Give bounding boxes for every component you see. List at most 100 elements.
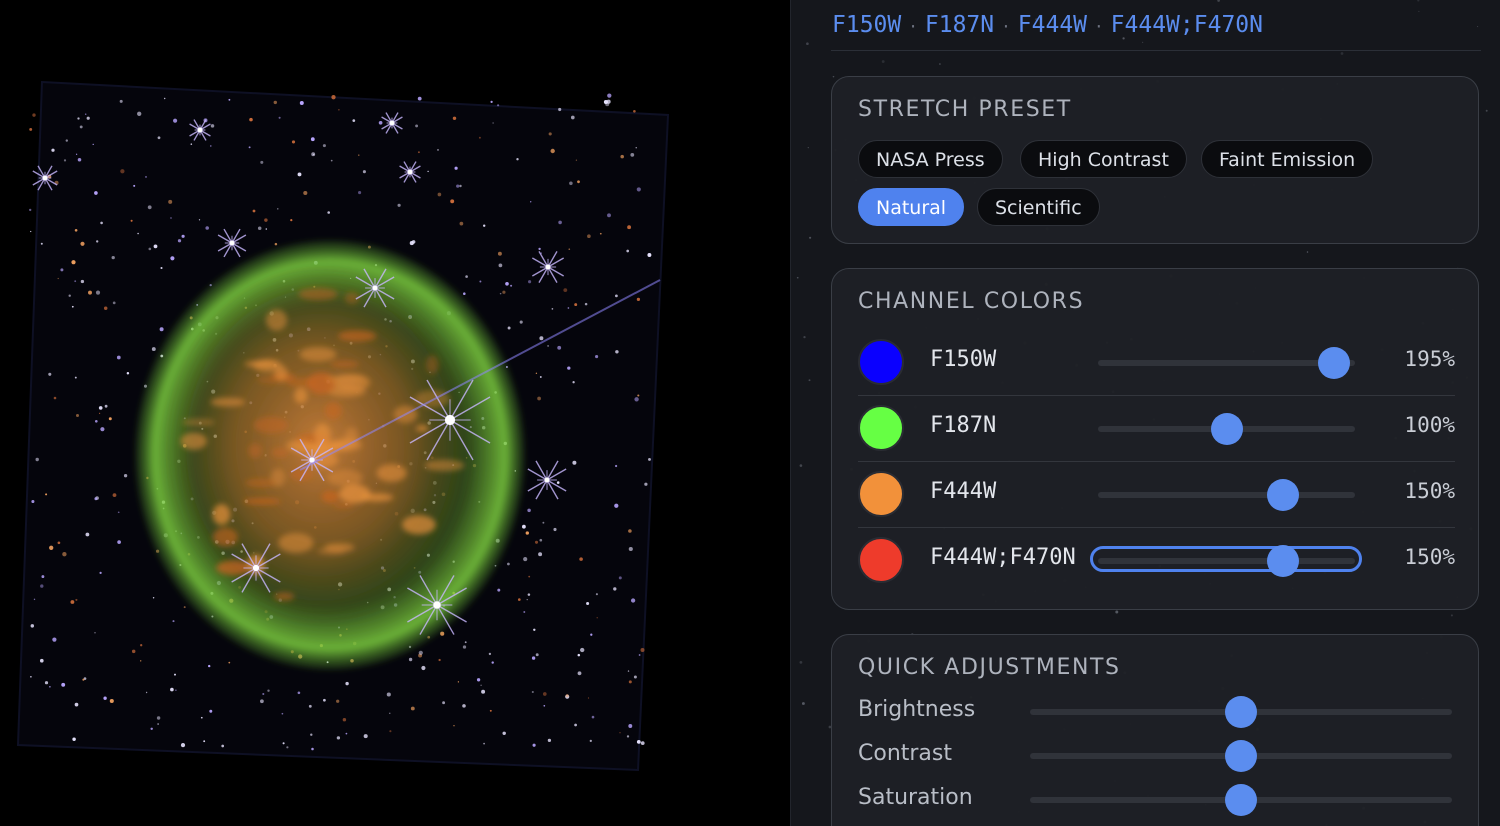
star <box>595 355 599 359</box>
star <box>526 598 528 601</box>
star <box>577 180 580 184</box>
star <box>557 345 562 350</box>
channel-color-swatch[interactable] <box>858 405 904 451</box>
star <box>147 205 152 210</box>
star <box>389 712 391 714</box>
star <box>358 191 362 195</box>
star <box>565 694 569 698</box>
star <box>98 406 103 410</box>
star <box>587 234 591 239</box>
channel-slider[interactable] <box>1098 479 1355 511</box>
star <box>63 159 67 162</box>
slider-thumb[interactable] <box>1318 347 1351 379</box>
filter-label[interactable]: F187N <box>925 12 994 38</box>
channel-row: F444W;F470N 150% <box>858 527 1455 593</box>
star <box>265 228 268 230</box>
preset-high-contrast[interactable]: High Contrast <box>1020 140 1187 178</box>
channel-slider[interactable] <box>1098 413 1355 445</box>
preset-natural[interactable]: Natural <box>858 188 965 226</box>
channel-value: 100% <box>1404 413 1455 437</box>
star <box>417 151 420 154</box>
control-panel: F150W · F187N · F444W · F444W;F470N STRETCH PR… <box>790 0 1500 826</box>
slider-thumb[interactable] <box>1225 696 1257 728</box>
slider-thumb[interactable] <box>1210 413 1243 445</box>
star <box>45 493 48 496</box>
star <box>574 303 578 307</box>
star <box>386 692 391 697</box>
slider-thumb[interactable] <box>1267 479 1300 511</box>
channel-color-swatch[interactable] <box>858 339 904 385</box>
star <box>210 124 215 128</box>
star <box>481 689 486 694</box>
star <box>299 101 304 105</box>
channel-color-swatch[interactable] <box>858 537 904 583</box>
star <box>248 146 251 149</box>
star <box>92 143 94 146</box>
star <box>205 226 209 230</box>
star <box>145 691 148 694</box>
slider-thumb[interactable] <box>1267 545 1300 577</box>
star <box>538 552 543 557</box>
channel-color-swatch[interactable] <box>858 471 904 517</box>
nebula-image[interactable] <box>0 0 790 826</box>
star <box>628 546 633 552</box>
star <box>68 294 71 297</box>
star <box>32 113 36 117</box>
star <box>282 742 285 745</box>
channel-value: 195% <box>1404 347 1455 371</box>
star <box>257 226 262 231</box>
filter-label[interactable]: F444W <box>1018 12 1087 38</box>
filter-label[interactable]: F444W;F470N <box>1111 12 1263 38</box>
star <box>532 743 536 747</box>
star <box>70 600 75 604</box>
star <box>123 474 128 478</box>
filter-label[interactable]: F150W <box>832 12 901 38</box>
star <box>281 712 284 715</box>
star <box>274 242 278 246</box>
contrast-slider[interactable] <box>1030 740 1452 772</box>
star <box>450 199 455 204</box>
slider-thumb[interactable] <box>1225 740 1257 772</box>
star <box>491 661 494 664</box>
star <box>551 308 554 310</box>
star <box>152 597 155 599</box>
star <box>103 696 107 700</box>
preset-scientific[interactable]: Scientific <box>977 188 1100 226</box>
star <box>100 221 103 225</box>
star <box>52 637 57 642</box>
preset-nasa-press[interactable]: NASA Press <box>858 140 1003 178</box>
star <box>636 297 641 302</box>
image-viewer[interactable] <box>0 0 790 826</box>
star <box>605 102 610 107</box>
star <box>489 709 492 712</box>
star <box>498 263 503 268</box>
star <box>542 521 545 524</box>
star <box>208 664 211 668</box>
star <box>94 632 96 634</box>
star <box>33 598 36 601</box>
star <box>130 219 133 222</box>
saturation-slider[interactable] <box>1030 784 1452 816</box>
star <box>587 697 590 699</box>
star <box>572 460 577 465</box>
star <box>74 702 79 707</box>
star <box>548 132 552 136</box>
star <box>323 698 326 702</box>
star <box>111 255 115 260</box>
star <box>330 159 333 162</box>
star <box>82 678 85 681</box>
channel-slider[interactable] <box>1098 347 1355 379</box>
star <box>584 302 588 306</box>
star <box>57 277 59 280</box>
star <box>547 738 552 743</box>
star <box>648 457 651 461</box>
preset-faint-emission[interactable]: Faint Emission <box>1201 140 1374 178</box>
star <box>40 242 43 245</box>
star <box>637 394 640 397</box>
channel-slider[interactable] <box>1098 545 1355 577</box>
star <box>177 239 182 243</box>
brightness-slider[interactable] <box>1030 696 1452 728</box>
slider-thumb[interactable] <box>1225 784 1257 816</box>
star <box>497 588 501 592</box>
star <box>273 100 278 105</box>
